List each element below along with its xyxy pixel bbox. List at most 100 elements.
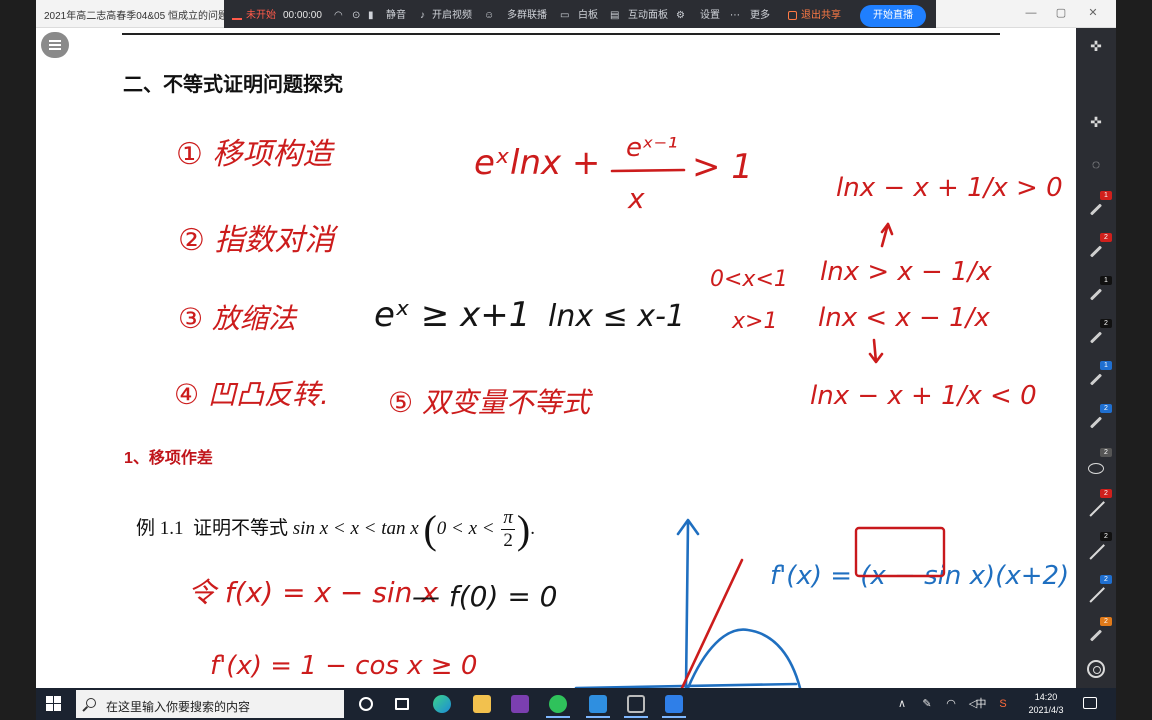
pen-red-1[interactable]: 1: [1084, 191, 1112, 222]
line-blue-tool[interactable]: 2: [1084, 575, 1112, 606]
search-icon: [86, 698, 96, 708]
width-badge: 2: [1100, 448, 1112, 457]
tray-overflow-icon[interactable]: ∧: [894, 688, 910, 720]
line-icon: [1089, 587, 1105, 603]
right-mid-inequality-2: lnx < x − 1/x: [818, 303, 990, 333]
main-fraction-numerator: eˣ⁻¹: [626, 133, 678, 163]
arrow-cursor-icon: ✜: [1090, 114, 1102, 130]
annotation-toolbar: ✜ ✜ ◌ 1 2 1 2 1 2 2 2 2 2 2: [1076, 28, 1116, 688]
width-badge: 2: [1100, 575, 1112, 584]
taskbar: 在这里输入你要搜索的内容 ∧ ✎ ◠ ◁ 中 S 14:20 2021/4/3: [36, 688, 1116, 720]
fraction-bar: [610, 168, 686, 173]
method-4: ④ 凹凸反转.: [174, 378, 329, 411]
width-badge: 2: [1100, 489, 1112, 498]
pen-red-2[interactable]: 2: [1084, 233, 1112, 264]
minimize-button[interactable]: —: [1020, 4, 1042, 22]
red-line-sketch: [680, 558, 744, 688]
method-2: ② 指数对消: [178, 223, 338, 258]
handwriting-layer: ① 移项构造 ② 指数对消 ③ 放缩法 ④ 凹凸反转. ⑤ 双变量不等式 eˣl…: [174, 133, 1069, 688]
search-placeholder: 在这里输入你要搜索的内容: [106, 700, 251, 714]
width-badge: 1: [1100, 191, 1112, 200]
input-method-icon[interactable]: S: [994, 688, 1012, 720]
maximize-button[interactable]: ▢: [1050, 4, 1072, 22]
main-inequality-right: > 1: [692, 147, 753, 187]
line-black-tool[interactable]: 2: [1084, 532, 1112, 563]
width-badge: 1: [1100, 276, 1112, 285]
pen-icon: [1089, 203, 1103, 216]
line-icon: [1089, 501, 1105, 517]
exp-bound: eˣ ≥ x+1: [374, 295, 530, 335]
clock-time: 14:20: [1034, 692, 1058, 702]
windows-start-icon[interactable]: [46, 696, 62, 712]
right-top-inequality: lnx − x + 1/x > 0: [836, 173, 1063, 203]
screen-tool-app[interactable]: [618, 690, 654, 718]
circle-icon: [359, 697, 373, 711]
pen-black-2[interactable]: 2: [1084, 319, 1112, 350]
window-title: 2021年高二志高春季04&05 恒成立的问题: [44, 11, 226, 22]
ellipse-tool[interactable]: 2: [1084, 448, 1112, 479]
lasso-icon: ◌: [1091, 156, 1101, 172]
taskbar-search[interactable]: 在这里输入你要搜索的内容: [76, 690, 344, 718]
screen-icon: [627, 695, 645, 713]
select-tool[interactable]: ✜: [1084, 110, 1108, 132]
pen-icon: [1089, 288, 1103, 301]
edge-app[interactable]: [424, 690, 460, 718]
method-3: ③ 放缩法: [178, 302, 298, 335]
cursor-icon: ✜: [1090, 38, 1102, 54]
up-arrow: [880, 222, 894, 248]
move-tool[interactable]: ✜: [1084, 34, 1108, 56]
classroom-app[interactable]: [580, 690, 616, 718]
folder-icon: [473, 695, 491, 713]
meeting-icon: [665, 695, 683, 713]
pen-icon: [1089, 373, 1103, 386]
method-5: ⑤ 双变量不等式: [388, 386, 594, 419]
f-prime: f'(x) = 1 − cos x ≥ 0: [210, 651, 477, 681]
range-large: x>1: [731, 309, 777, 334]
lasso-tool[interactable]: ◌: [1084, 152, 1108, 174]
ellipse-icon: [1088, 463, 1104, 474]
exit-icon: [788, 10, 797, 20]
width-badge: 1: [1100, 361, 1112, 370]
pen-icon: [1089, 629, 1103, 642]
main-fraction-denominator: x: [627, 182, 645, 215]
wifi-icon[interactable]: ◠: [942, 688, 960, 720]
settings-ring-icon: [1087, 660, 1105, 678]
file-explorer-app[interactable]: [464, 690, 500, 718]
right-mid-inequality-1: lnx > x − 1/x: [820, 257, 992, 287]
range-small: 0<x<1: [710, 267, 788, 292]
pen-workspace-icon[interactable]: ✎: [918, 688, 936, 720]
pen-blue-1[interactable]: 1: [1084, 361, 1112, 392]
onenote-icon: [511, 695, 529, 713]
width-badge: 2: [1100, 617, 1112, 626]
clock-date: 2021/4/3: [1028, 705, 1064, 715]
width-badge: 2: [1100, 319, 1112, 328]
desktop: 2021年高二志高春季04&05 恒成立的问题 — ▢ ✕ 未开始 00:00:…: [0, 0, 1152, 720]
notification-icon[interactable]: [1083, 697, 1097, 709]
onenote-app[interactable]: [502, 690, 538, 718]
meeting-app[interactable]: [656, 690, 692, 718]
pen-icon: [1089, 416, 1103, 429]
wechat-app[interactable]: [540, 690, 576, 718]
line-red-tool[interactable]: 2: [1084, 489, 1112, 520]
wechat-icon: [549, 695, 567, 713]
task-view-button[interactable]: [384, 690, 420, 718]
width-badge: 2: [1100, 404, 1112, 413]
slide-canvas[interactable]: 二、不等式证明问题探究 1、移项作差 例 1.1 证明不等式 sin x < x…: [36, 28, 1076, 688]
pen-icon: [1089, 331, 1103, 344]
close-button[interactable]: ✕: [1082, 4, 1104, 22]
width-badge: 2: [1100, 532, 1112, 541]
ime-indicator[interactable]: 中: [972, 688, 990, 720]
pen-black-1[interactable]: 1: [1084, 276, 1112, 307]
ln-bound: lnx ≤ x-1: [548, 299, 685, 334]
classroom-icon: [589, 695, 607, 713]
task-view-icon: [395, 698, 409, 710]
start-live-button[interactable]: 开始直播: [860, 5, 926, 27]
pen-blue-2[interactable]: 2: [1084, 404, 1112, 435]
recording-bars-icon: [232, 10, 242, 21]
pen-orange[interactable]: 2: [1084, 617, 1112, 648]
width-badge: 2: [1100, 233, 1112, 242]
f-of-zero: — f(0) = 0: [412, 580, 558, 613]
system-clock[interactable]: 14:20 2021/4/3: [1018, 691, 1074, 717]
cortana-button[interactable]: [348, 690, 384, 718]
settings-tool[interactable]: [1084, 658, 1108, 680]
